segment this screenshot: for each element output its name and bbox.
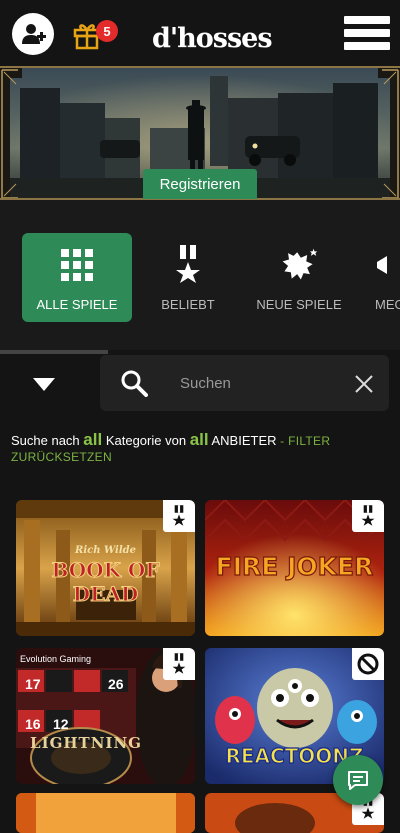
- tab-label: MEG: [375, 297, 400, 312]
- filter-suffix: ANBIETER: [211, 433, 277, 448]
- menu-bar-icon: [344, 16, 390, 24]
- category-bar: ALLE SPIELE BELIEBT NEUE SPIELE MEG: [0, 200, 400, 350]
- medal-icon: [172, 505, 186, 526]
- tab-popular[interactable]: BELIEBT: [133, 233, 243, 322]
- top-header: 5 d'hosses: [0, 0, 400, 66]
- blocked-icon: [357, 653, 379, 675]
- tab-label: ALLE SPIELE: [36, 297, 118, 312]
- medal-icon: [168, 245, 208, 285]
- menu-bar-icon: [344, 29, 390, 37]
- provider-dropdown-button[interactable]: [20, 370, 68, 400]
- menu-bar-icon: [344, 42, 390, 50]
- search-box[interactable]: [100, 355, 389, 411]
- popular-badge: [163, 648, 195, 680]
- game-title: BOOK OF DEAD: [51, 558, 160, 607]
- logo-text: d'hosses: [152, 23, 273, 54]
- gift-count-badge: 5: [96, 20, 118, 42]
- filter-category-value: all: [83, 430, 103, 449]
- game-provider: Evolution Gaming: [20, 654, 92, 664]
- register-button[interactable]: Registrieren: [143, 169, 257, 199]
- game-tile-fire-joker[interactable]: FIRE JOKER: [205, 500, 384, 636]
- game-tile[interactable]: [16, 793, 195, 833]
- medal-icon: [172, 653, 186, 674]
- game-title: LIGHTNING: [30, 734, 142, 752]
- chat-button[interactable]: [333, 755, 383, 805]
- hamburger-menu-button[interactable]: [344, 16, 390, 50]
- search-icon: [121, 370, 148, 397]
- game-subtitle: Rich Wilde: [75, 545, 136, 556]
- restricted-badge: [352, 648, 384, 680]
- roulette-number: 12: [53, 716, 69, 732]
- add-user-icon: [22, 24, 46, 44]
- roulette-number: 17: [25, 676, 41, 692]
- chat-icon: [348, 771, 368, 790]
- tab-megaways[interactable]: MEG: [355, 233, 400, 322]
- filter-provider-value: all: [189, 430, 209, 449]
- megaphone-icon: [375, 245, 400, 285]
- triangle-down-icon: [33, 378, 55, 391]
- game-title: FIRE JOKER: [215, 551, 374, 581]
- popular-badge: [352, 500, 384, 532]
- filter-prefix: Suche nach: [11, 433, 80, 448]
- game-thumbnail: [16, 793, 195, 833]
- popular-badge: [163, 500, 195, 532]
- medal-icon: [361, 505, 375, 526]
- close-icon[interactable]: [354, 374, 374, 394]
- game-tile-book-of-dead[interactable]: Rich Wilde BOOK OF DEAD: [16, 500, 195, 636]
- search-input[interactable]: [180, 371, 340, 395]
- roulette-number: 16: [25, 716, 41, 732]
- tab-all-games[interactable]: ALLE SPIELE: [22, 233, 132, 322]
- filter-mid: Kategorie von: [105, 433, 187, 448]
- filter-summary: Suche nach all Kategorie von all ANBIETE…: [11, 430, 391, 465]
- game-tile-lightning[interactable]: Evolution Gaming 17 26 16 12 LIGHTNING: [16, 648, 195, 784]
- tab-label: NEUE SPIELE: [256, 297, 342, 312]
- tab-new-games[interactable]: NEUE SPIELE: [244, 233, 354, 322]
- filter-row: [0, 354, 400, 414]
- add-user-button[interactable]: [12, 13, 54, 55]
- tab-label: BELIEBT: [161, 297, 215, 312]
- brand-logo[interactable]: d'hosses: [152, 18, 273, 54]
- roulette-number: 26: [108, 676, 124, 692]
- grid-icon: [57, 245, 97, 285]
- burst-icon: [279, 245, 319, 285]
